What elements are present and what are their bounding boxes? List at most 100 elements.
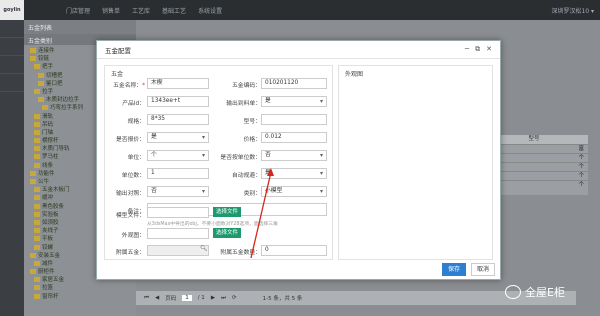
tree-item-label: 窗帘杆 — [42, 293, 59, 300]
spec-label: 规格： — [127, 119, 145, 125]
nav-basic-craft[interactable]: 基础工艺 — [162, 6, 186, 15]
model-file-choose-button[interactable]: 选择文件 — [213, 207, 242, 217]
prev-page-icon[interactable]: ◀ — [155, 295, 159, 301]
first-page-icon[interactable]: ⏮ — [144, 295, 149, 302]
tree-item-label: 功能件 — [38, 170, 55, 177]
appearance-input[interactable] — [147, 228, 209, 239]
tree-item-label: 横撑杆 — [42, 138, 59, 145]
tree-item-label: 鉴口把 — [46, 80, 63, 87]
folder-icon — [34, 244, 40, 250]
top-navbar: goylin 门店管理 销售单 工艺库 基础工艺 系统设置 深圳罗汉松10 ▾ — [0, 0, 600, 20]
model-file-input[interactable] — [147, 207, 209, 218]
dialog-titlebar: 五金配置 ─ ⧉ ✕ — [97, 41, 500, 59]
tree-item-label: 家居五金 — [42, 277, 65, 284]
folder-icon — [30, 252, 36, 258]
folder-icon — [34, 236, 40, 242]
nav-sales[interactable]: 销售单 — [102, 6, 120, 15]
folder-icon — [38, 97, 44, 103]
folder-icon — [34, 195, 40, 201]
pager-summary: 1-5 条，共 5 条 — [262, 296, 303, 302]
hardware-config-dialog: 五金配置 ─ ⧉ ✕ 五金 外观图 五金名称：* 木楔 五金编码： 010201… — [96, 40, 501, 280]
save-button[interactable]: 保存 — [442, 263, 466, 276]
unit-count-input[interactable]: 1 — [147, 168, 209, 179]
user-menu[interactable]: 深圳罗汉松10 ▾ — [551, 6, 594, 15]
tree-item[interactable]: 拉篮 — [30, 284, 136, 292]
price-label: 价格： — [243, 137, 261, 143]
output-material-select[interactable]: 是 — [261, 96, 327, 107]
folder-icon — [34, 64, 40, 70]
tree-item-label: 门轴 — [42, 129, 54, 136]
folder-icon — [34, 121, 40, 127]
maximize-icon[interactable]: ⧉ — [475, 45, 480, 54]
section-title-appearance: 外观图 — [345, 71, 364, 78]
close-icon[interactable]: ✕ — [486, 45, 492, 54]
tree-item-label: 巧弯拉手系列 — [50, 105, 84, 112]
folder-icon — [30, 179, 36, 184]
folder-icon — [34, 203, 40, 209]
by-unit-label: 是否按单位数： — [220, 155, 261, 161]
tree-item-label: 拉篮 — [42, 285, 54, 292]
nav-store[interactable]: 门店管理 — [66, 6, 90, 15]
folder-icon — [34, 154, 40, 160]
appearance-fieldset: 外观图 — [338, 65, 493, 260]
tree-item-label: 罗马柱 — [42, 154, 59, 161]
tree-item-label: 铰链 — [38, 56, 50, 63]
code-label: 五金编码： — [232, 83, 261, 89]
next-page-icon[interactable]: ▶ — [211, 295, 215, 301]
last-page-icon[interactable]: ⏭ — [221, 295, 226, 302]
tree-item-label: 减件 — [42, 260, 54, 267]
dialog-title: 五金配置 — [105, 46, 131, 55]
folder-icon — [34, 187, 40, 193]
model-input[interactable] — [261, 114, 327, 125]
name-input[interactable]: 木楔 — [147, 78, 209, 89]
rail-orders-icon[interactable] — [0, 38, 24, 56]
app-logo: goylin — [0, 0, 24, 20]
tree-item-label: 吊码 — [42, 121, 54, 128]
unit-select[interactable]: 个 — [147, 150, 209, 161]
code-input[interactable]: 010201120 — [261, 78, 327, 89]
nav-craft-lib[interactable]: 工艺库 — [132, 6, 150, 15]
watermark-text: 全屋E柜 — [525, 286, 565, 299]
tree-item-label: 铰螺 — [42, 244, 54, 251]
spec-input[interactable]: 8*35 — [147, 114, 209, 125]
folder-icon — [34, 146, 40, 152]
folder-icon — [34, 285, 40, 291]
tree-item-label: 木质封边拉手 — [46, 97, 80, 104]
rail-settings-icon[interactable] — [0, 56, 24, 74]
model-file-hint: 从3dsMax中导出的obj，不要小面数对Y28选项，面选择三角 — [147, 222, 278, 227]
folder-icon — [34, 138, 40, 144]
section-title-hardware: 五金 — [111, 71, 124, 78]
grid-header-model: 型号 — [528, 136, 540, 142]
folder-icon — [42, 105, 48, 111]
cancel-button[interactable]: 取消 — [471, 263, 495, 276]
folder-icon — [34, 211, 40, 217]
by-unit-select[interactable]: 否 — [261, 150, 327, 161]
folder-icon — [30, 48, 36, 53]
folder-icon — [34, 88, 40, 94]
nav-system-settings[interactable]: 系统设置 — [198, 6, 222, 15]
tree-item[interactable]: 窗帘杆 — [30, 293, 136, 301]
minimize-icon[interactable]: ─ — [465, 45, 469, 54]
page-input[interactable]: 1 — [182, 295, 192, 301]
output-select[interactable]: 否 — [147, 186, 209, 197]
quote-select[interactable]: 是 — [147, 132, 209, 143]
output-label: 输出对照： — [116, 191, 145, 197]
tree-item-label: 如须胶 — [42, 219, 59, 226]
tree-item-label: 线条 — [42, 162, 54, 169]
tree-panel-title: 五金列表 — [24, 20, 136, 34]
folder-icon — [30, 170, 36, 176]
rail-home-icon[interactable] — [0, 20, 24, 38]
tree-item-label: 实验板 — [42, 211, 59, 218]
appearance-choose-button[interactable]: 选择文件 — [213, 228, 242, 238]
price-input[interactable]: 0.012 — [261, 132, 327, 143]
page-total: / 1 — [197, 295, 205, 301]
rail-tools-icon[interactable] — [0, 74, 24, 92]
watermark: 全屋E柜 — [505, 280, 597, 304]
tree-item-label: 滑轨 — [42, 113, 54, 120]
refresh-icon[interactable]: ⟳ — [232, 295, 237, 301]
product-id-input[interactable]: 1343ee+t — [147, 96, 209, 107]
tree-item-label: 黑色胶条 — [42, 203, 65, 210]
folder-icon — [34, 293, 40, 299]
quote-label: 是否报价： — [116, 137, 145, 143]
unit-label: 单位： — [127, 155, 145, 161]
